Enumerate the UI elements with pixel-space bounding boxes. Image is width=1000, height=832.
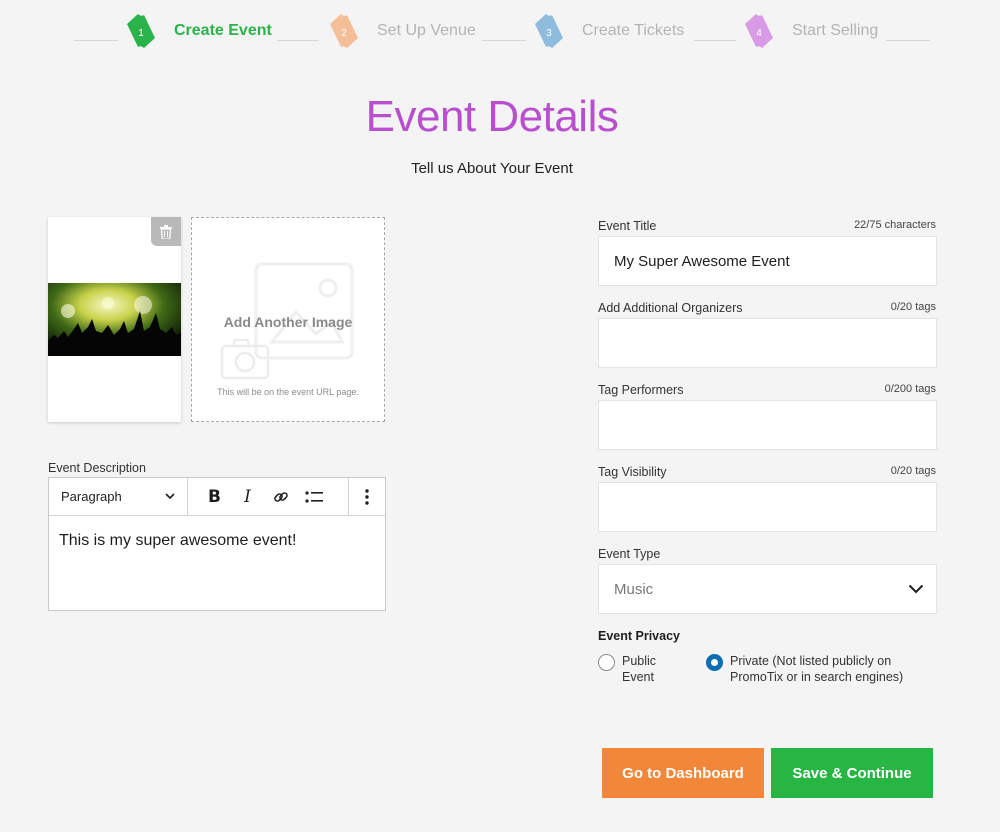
ticket-icon: 4 — [742, 12, 776, 50]
event-title-label: Event Title — [598, 219, 657, 233]
performers-tag-count: 0/200 tags — [884, 383, 936, 395]
page-subtitle: Tell us About Your Event — [411, 160, 573, 177]
organizers-input[interactable] — [599, 319, 936, 367]
ticket-icon: 3 — [532, 12, 566, 50]
visibility-input[interactable] — [599, 483, 936, 531]
italic-button[interactable]: I — [231, 482, 264, 512]
event-type-value: Music — [614, 580, 654, 598]
link-icon — [273, 491, 288, 502]
delete-image-button[interactable] — [151, 217, 181, 246]
step-divider — [886, 40, 930, 41]
visibility-field — [598, 482, 937, 532]
block-type-value: Paragraph — [61, 489, 122, 504]
bold-icon: B — [208, 486, 221, 507]
bold-button[interactable]: B — [198, 482, 231, 512]
block-type-dropdown[interactable]: Paragraph — [49, 478, 188, 515]
step-start-selling[interactable]: 4 Start Selling — [742, 10, 878, 52]
event-type-label: Event Type — [598, 547, 661, 561]
step-divider — [74, 40, 118, 41]
formatting-group: B I — [188, 478, 349, 515]
description-editor: Paragraph B I This is my super awesome e… — [48, 477, 386, 611]
uploaded-image-card — [48, 217, 181, 422]
more-options-icon — [365, 488, 369, 505]
event-title-char-count: 22/75 characters — [854, 219, 936, 231]
svg-text:3: 3 — [546, 28, 552, 39]
list-icon — [304, 490, 323, 503]
privacy-public-option[interactable]: Public Event — [598, 653, 656, 685]
editor-toolbar: Paragraph B I — [49, 478, 385, 516]
private-radio-label: Private (Not listed publicly on PromoTix … — [730, 654, 904, 684]
chevron-down-icon — [908, 584, 924, 594]
description-label: Event Description — [48, 461, 146, 475]
step-label: Create Tickets — [582, 22, 685, 39]
link-button[interactable] — [264, 482, 297, 512]
svg-text:2: 2 — [341, 28, 347, 39]
description-textarea[interactable]: This is my super awesome event! — [49, 516, 385, 566]
step-label: Create Event — [174, 22, 272, 39]
progress-stepper: 1 Create Event 2 Set Up Venue 3 Create T… — [0, 10, 1000, 52]
step-create-tickets[interactable]: 3 Create Tickets — [532, 10, 684, 52]
svg-text:1: 1 — [138, 28, 144, 39]
organizers-tag-count: 0/20 tags — [890, 301, 936, 313]
event-type-select[interactable]: Music — [598, 564, 937, 614]
visibility-tag-count: 0/20 tags — [890, 465, 936, 477]
add-image-label: Add Another Image — [223, 314, 353, 330]
list-button[interactable] — [297, 482, 330, 512]
trash-icon — [160, 224, 172, 239]
save-continue-button[interactable]: Save & Continue — [771, 748, 933, 798]
add-image-dropzone[interactable]: Add Another Image This will be on the ev… — [191, 217, 385, 422]
public-radio-label: Public Event — [622, 654, 657, 684]
event-image-thumbnail[interactable] — [48, 283, 181, 356]
public-radio[interactable] — [598, 654, 615, 671]
chevron-down-icon — [165, 493, 175, 500]
add-image-hint: This will be on the event URL page. — [217, 387, 359, 397]
performers-field — [598, 400, 937, 450]
organizers-label: Add Additional Organizers — [598, 301, 743, 315]
step-divider — [277, 40, 319, 41]
performers-label: Tag Performers — [598, 383, 684, 397]
visibility-label: Tag Visibility — [598, 465, 667, 479]
privacy-private-option[interactable]: Private (Not listed publicly on PromoTix … — [706, 653, 903, 685]
organizers-field — [598, 318, 937, 368]
step-divider — [694, 40, 736, 41]
page-title: Event Details — [365, 92, 619, 141]
event-title-input[interactable] — [599, 237, 936, 285]
step-divider — [482, 40, 526, 41]
ticket-icon: 1 — [124, 12, 158, 50]
more-options-button[interactable] — [349, 478, 385, 515]
ticket-icon: 2 — [327, 12, 361, 50]
event-title-field — [598, 236, 937, 286]
step-label: Start Selling — [792, 22, 879, 39]
step-set-up-venue[interactable]: 2 Set Up Venue — [327, 10, 476, 52]
private-radio[interactable] — [706, 654, 723, 671]
performers-input[interactable] — [599, 401, 936, 449]
svg-text:4: 4 — [756, 28, 762, 39]
step-label: Set Up Venue — [377, 22, 476, 39]
event-privacy-label: Event Privacy — [598, 629, 680, 643]
italic-icon: I — [244, 486, 251, 507]
go-to-dashboard-button[interactable]: Go to Dashboard — [602, 748, 764, 798]
step-create-event[interactable]: 1 Create Event — [124, 10, 272, 52]
